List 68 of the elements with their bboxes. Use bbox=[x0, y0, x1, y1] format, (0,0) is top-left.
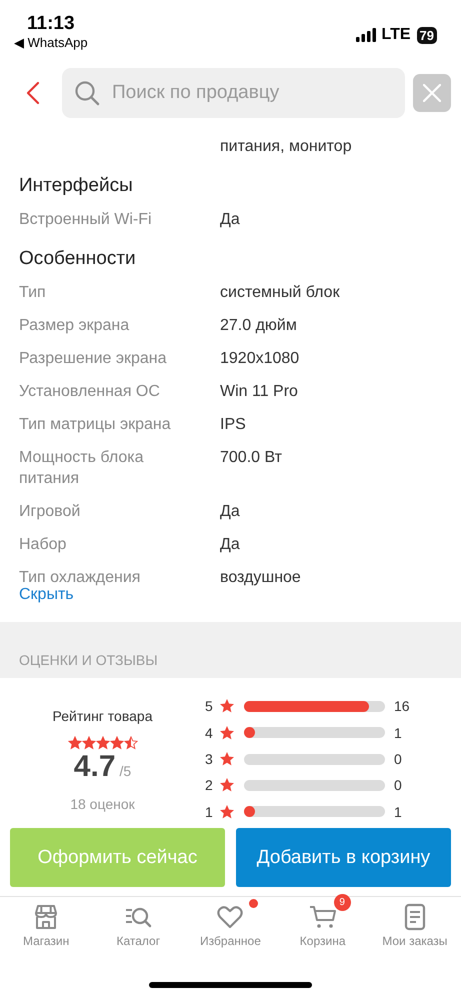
star-icon bbox=[219, 698, 235, 714]
spec-label: Тип bbox=[19, 283, 47, 303]
grade-count: 0 bbox=[394, 777, 402, 794]
cart-icon bbox=[308, 903, 337, 931]
star-icon bbox=[124, 736, 138, 750]
signal-icon bbox=[356, 28, 376, 42]
spec-value: Да bbox=[220, 210, 241, 230]
grade-label: 1 bbox=[205, 804, 214, 820]
network-label: LTE bbox=[382, 26, 411, 44]
battery-indicator: 79 bbox=[416, 26, 437, 44]
rating-count: 18 оценок bbox=[70, 796, 135, 812]
grade-count: 0 bbox=[394, 751, 402, 768]
back-to-app-link[interactable]: ◀ WhatsApp bbox=[14, 35, 88, 51]
back-icon bbox=[26, 81, 40, 105]
close-icon bbox=[423, 84, 441, 102]
star-icon bbox=[68, 736, 82, 750]
grade-label: 2 bbox=[205, 777, 214, 794]
hide-link[interactable]: Скрыть bbox=[19, 586, 74, 604]
star-icon bbox=[219, 804, 235, 820]
section-heading: ОЦЕНКИ И ОТЗЫВЫ bbox=[19, 652, 158, 668]
rating-score: 4.7 bbox=[74, 750, 116, 784]
grade-count: 1 bbox=[394, 724, 402, 741]
count-badge: 9 bbox=[334, 894, 351, 911]
star-icon bbox=[96, 736, 110, 750]
spec-value: Да bbox=[220, 502, 241, 522]
heart-icon bbox=[216, 903, 244, 931]
status-time: 11:13 bbox=[27, 13, 75, 35]
tab-item[interactable]: Каталог bbox=[93, 893, 184, 948]
star-icon bbox=[110, 736, 124, 750]
search-field[interactable]: Поиск по продавцу bbox=[62, 68, 405, 118]
spec-label: Набор bbox=[19, 535, 68, 555]
spec-value: 700.0 Вт bbox=[220, 448, 283, 468]
grade-count: 16 bbox=[394, 698, 410, 714]
spec-value: 27.0 дюйм bbox=[220, 316, 298, 336]
search-icon bbox=[74, 80, 100, 106]
spec-label: Мощность блока питания bbox=[19, 448, 145, 489]
tab-item[interactable]: Мои заказы bbox=[370, 893, 460, 948]
rating-scale: /5 bbox=[120, 763, 132, 779]
spec-value: 1920x1080 bbox=[220, 349, 300, 369]
spec-label: Игровой bbox=[19, 502, 82, 522]
grade-label: 5 bbox=[205, 698, 214, 714]
spec-value: Да bbox=[220, 535, 241, 555]
section-title: Интерфейсы bbox=[19, 174, 134, 198]
star-icon bbox=[82, 736, 96, 750]
tab-item[interactable]: Магазин bbox=[1, 893, 92, 948]
add-to-cart-button[interactable]: Добавить в корзину bbox=[236, 828, 451, 887]
rating-label: Рейтинг товара bbox=[52, 708, 152, 724]
star-icon bbox=[219, 751, 235, 768]
spec-label: Размер экрана bbox=[19, 316, 130, 336]
spec-value: Win 11 Pro bbox=[220, 382, 299, 402]
spec-value: системный блок bbox=[220, 283, 341, 303]
section-title: Особенности bbox=[19, 247, 137, 271]
tab-item[interactable]: 9 Корзина bbox=[278, 893, 368, 948]
star-icon bbox=[219, 777, 235, 794]
spec-label: Встроенный Wi-Fi bbox=[19, 210, 153, 230]
tab-item[interactable]: Избранное bbox=[185, 893, 276, 948]
spec-label: Разрешение экрана bbox=[19, 349, 168, 369]
grade-label: 4 bbox=[205, 724, 214, 741]
spec-value: воздушное bbox=[220, 568, 302, 588]
close-button[interactable] bbox=[413, 74, 451, 112]
grade-count: 1 bbox=[394, 804, 402, 820]
star-icon bbox=[219, 724, 235, 741]
spec-label: Тип матрицы экрана bbox=[19, 415, 172, 435]
spec-value: питания, монитор bbox=[220, 137, 353, 157]
spec-label: Тип охлаждения bbox=[19, 568, 142, 588]
spec-value: IPS bbox=[220, 415, 247, 435]
grade-label: 3 bbox=[205, 751, 214, 768]
spec-label: Установленная ОС bbox=[19, 382, 161, 402]
